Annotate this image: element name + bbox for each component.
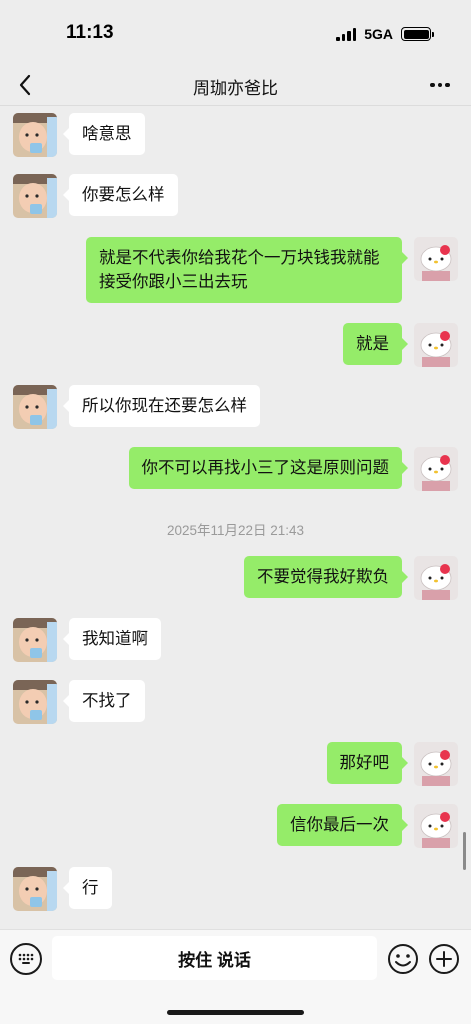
my-avatar[interactable]: [414, 556, 458, 600]
message-bubble[interactable]: 就是: [343, 323, 408, 365]
message-bubble[interactable]: 不要觉得我好欺负: [244, 556, 408, 598]
message-bubble[interactable]: 那好吧: [326, 742, 408, 784]
status-bar: 11:13 5GA: [0, 0, 471, 64]
message-bubble[interactable]: 就是不代表你给我花个一万块钱我就能接受你跟小三出去玩: [86, 237, 408, 303]
message-bubble[interactable]: 所以你现在还要怎么样: [63, 385, 260, 427]
more-dots-icon[interactable]: [425, 72, 455, 98]
battery-icon: [401, 27, 434, 41]
scroll-indicator[interactable]: [463, 832, 466, 870]
my-avatar[interactable]: [414, 237, 458, 281]
contact-avatar[interactable]: [13, 618, 57, 662]
signal-icon: [336, 27, 357, 41]
plus-icon[interactable]: [428, 943, 460, 975]
hold-to-talk-button[interactable]: 按住 说话: [52, 936, 377, 980]
chat-title: 周珈亦爸比: [193, 79, 278, 98]
message-bubble[interactable]: 行: [63, 867, 112, 909]
contact-avatar[interactable]: [13, 113, 57, 157]
my-avatar[interactable]: [414, 742, 458, 786]
voice-icon[interactable]: [10, 943, 42, 975]
network-label: 5GA: [364, 26, 393, 42]
chat-timestamp: 2025年11月22日 21:43: [166, 523, 305, 538]
message-bubble[interactable]: 啥意思: [63, 113, 145, 155]
message-bubble[interactable]: 你要怎么样: [63, 174, 178, 216]
emoji-icon[interactable]: [387, 943, 419, 975]
contact-avatar[interactable]: [13, 680, 57, 724]
my-avatar[interactable]: [414, 447, 458, 491]
message-bubble[interactable]: 我知道啊: [63, 618, 161, 660]
contact-avatar[interactable]: [13, 385, 57, 429]
contact-avatar[interactable]: [13, 174, 57, 218]
status-icons: 5GA: [336, 25, 434, 43]
message-bubble[interactable]: 信你最后一次: [277, 804, 408, 846]
status-time: 11:13: [66, 22, 114, 43]
chat-area[interactable]: 啥意思 你要怎么样 就是不代表你给我花个一万块钱我就能接受你跟小三出去玩 就是 …: [0, 107, 471, 929]
contact-avatar[interactable]: [13, 867, 57, 911]
home-indicator[interactable]: [167, 1010, 304, 1015]
message-bubble[interactable]: 不找了: [63, 680, 145, 722]
my-avatar[interactable]: [414, 323, 458, 367]
message-bubble[interactable]: 你不可以再找小三了这是原则问题: [128, 447, 408, 489]
my-avatar[interactable]: [414, 804, 458, 848]
nav-bar: 周珈亦爸比: [0, 64, 471, 106]
